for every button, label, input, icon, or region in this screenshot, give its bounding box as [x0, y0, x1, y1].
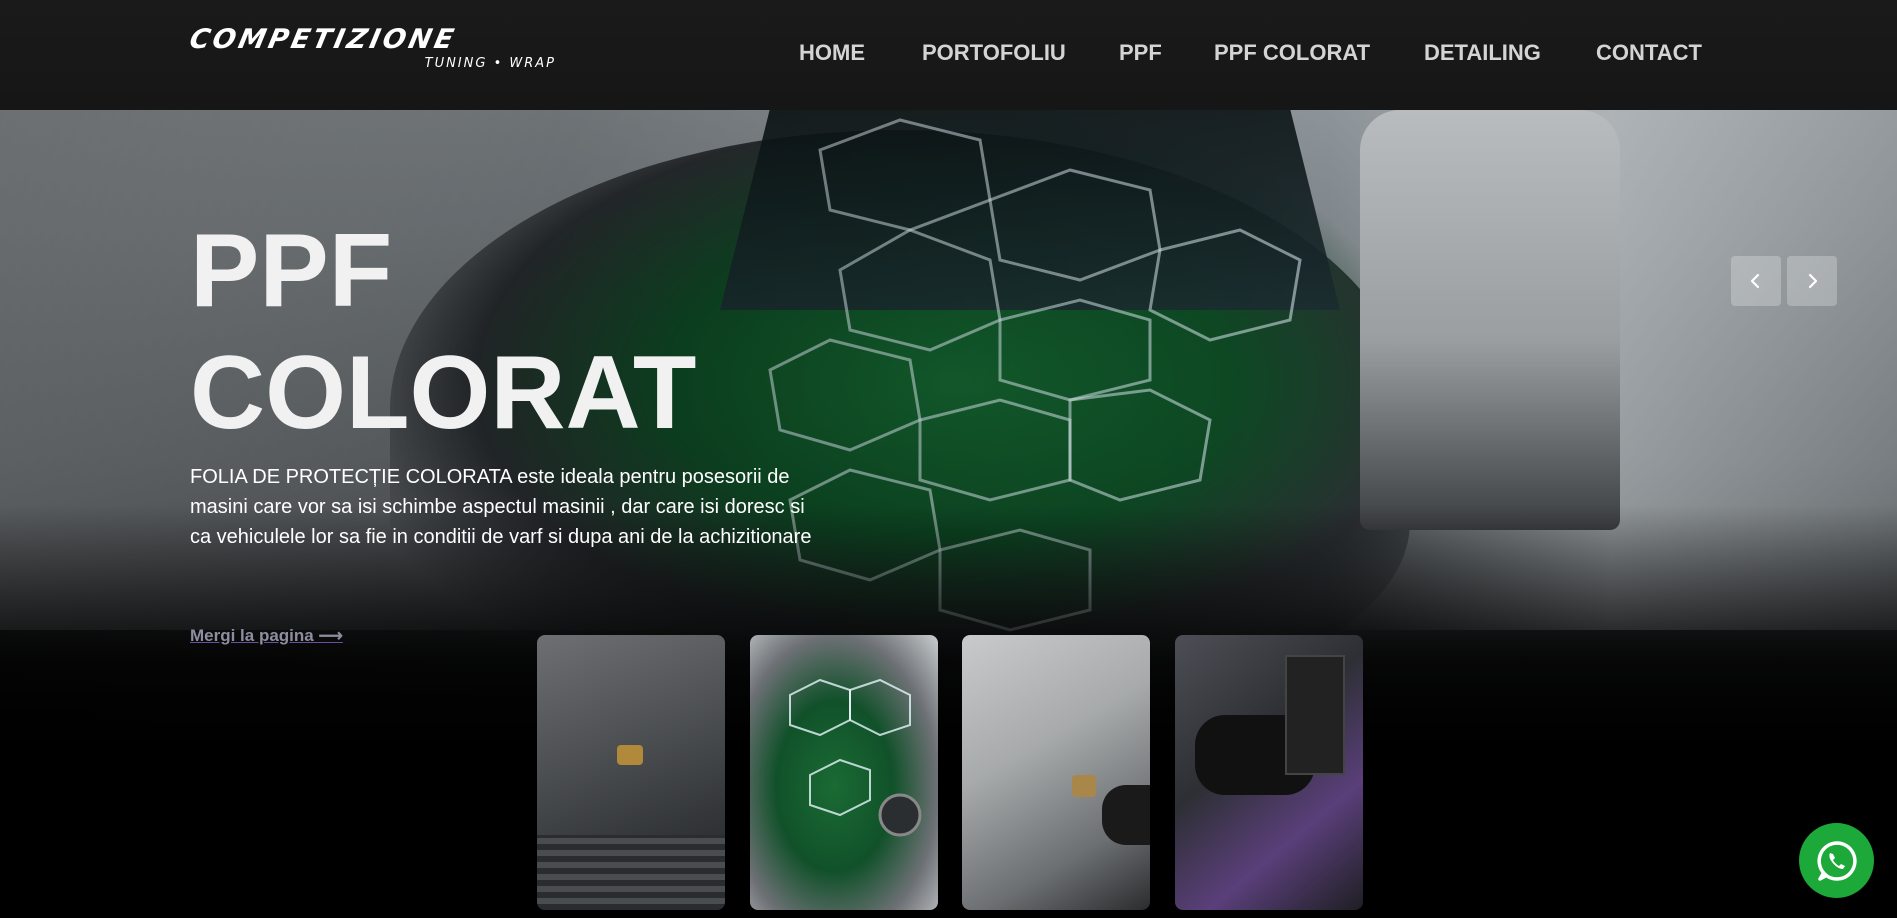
- grille-detail: [537, 835, 725, 910]
- thumbnail-green-porsche-ppf[interactable]: [750, 635, 938, 910]
- slider-prev-button[interactable]: [1731, 256, 1781, 306]
- chevron-left-icon: [1750, 273, 1760, 289]
- nav-ppf-colorat[interactable]: PPF COLORAT: [1214, 40, 1370, 66]
- whatsapp-button[interactable]: [1799, 823, 1874, 898]
- nav-contact[interactable]: CONTACT: [1596, 40, 1702, 66]
- thumbnail-interior-detailing[interactable]: [1175, 635, 1363, 910]
- site-logo[interactable]: COMPETIZIONE TUNING • WRAP: [186, 24, 562, 74]
- logo-tagline: TUNING • WRAP: [424, 56, 556, 71]
- site-header: COMPETIZIONE TUNING • WRAP HOME PORTOFOL…: [0, 0, 1897, 110]
- hero-title: PPF COLORAT: [190, 210, 696, 454]
- polisher-detail: [1102, 785, 1150, 845]
- hex-lights-detail: [789, 678, 922, 837]
- nav-home[interactable]: HOME: [799, 40, 865, 66]
- hero-overlay: [0, 0, 1897, 918]
- screen-detail: [1285, 655, 1345, 775]
- hero-title-line1: PPF: [190, 213, 393, 329]
- hero-background: [0, 0, 1897, 918]
- thumbnail-grey-porsche-hood[interactable]: [537, 635, 725, 910]
- nav-detailing[interactable]: DETAILING: [1424, 40, 1541, 66]
- hero-description: FOLIA DE PROTECȚIE COLORATA este ideala …: [190, 466, 812, 548]
- logo-wordmark: COMPETIZIONE: [186, 24, 460, 55]
- view-page-link[interactable]: Mergi la pagina ⟶: [190, 626, 343, 646]
- porsche-crest-icon: [1072, 775, 1096, 797]
- chevron-right-icon: [1808, 273, 1818, 289]
- slider-next-button[interactable]: [1787, 256, 1837, 306]
- nav-portofoliu[interactable]: PORTOFOLIU: [922, 40, 1066, 66]
- porsche-crest-icon: [617, 745, 643, 765]
- nav-ppf[interactable]: PPF: [1119, 40, 1162, 66]
- whatsapp-icon: [1816, 840, 1857, 881]
- thumbnail-white-porsche-polish[interactable]: [962, 635, 1150, 910]
- hero-title-line2: COLORAT: [190, 335, 697, 451]
